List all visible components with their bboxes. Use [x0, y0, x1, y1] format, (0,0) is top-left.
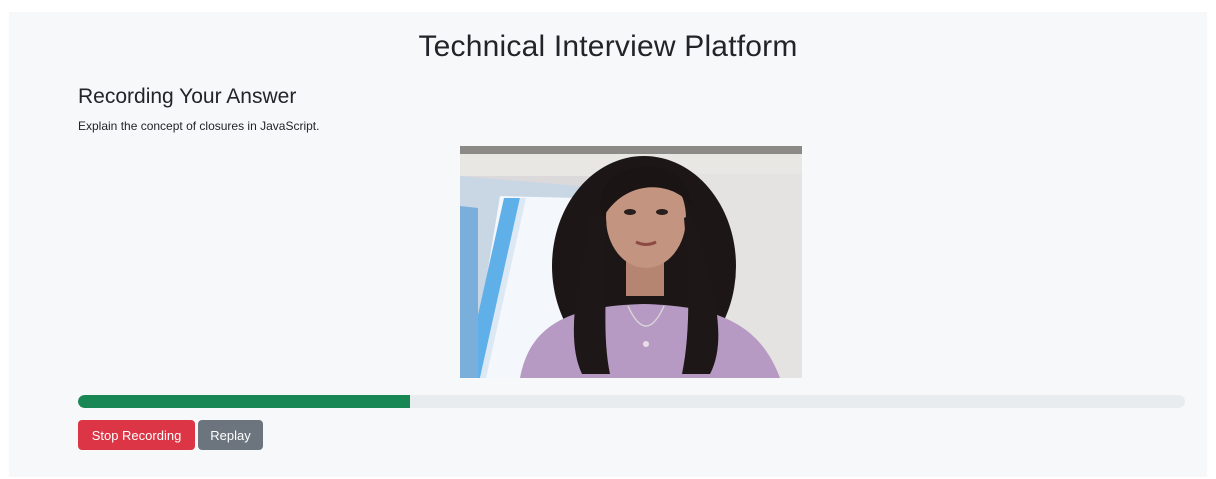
interview-card: Technical Interview Platform Recording Y… [9, 12, 1207, 477]
webcam-video [460, 146, 802, 378]
webcam-frame-image [460, 146, 802, 378]
replay-button[interactable]: Replay [198, 420, 263, 450]
stop-recording-button[interactable]: Stop Recording [78, 420, 195, 450]
question-text: Explain the concept of closures in JavaS… [78, 119, 320, 133]
recording-progress-fill [78, 395, 411, 408]
page-title: Technical Interview Platform [418, 30, 798, 63]
recording-progress-bar [78, 395, 1185, 408]
section-heading: Recording Your Answer [78, 85, 297, 108]
